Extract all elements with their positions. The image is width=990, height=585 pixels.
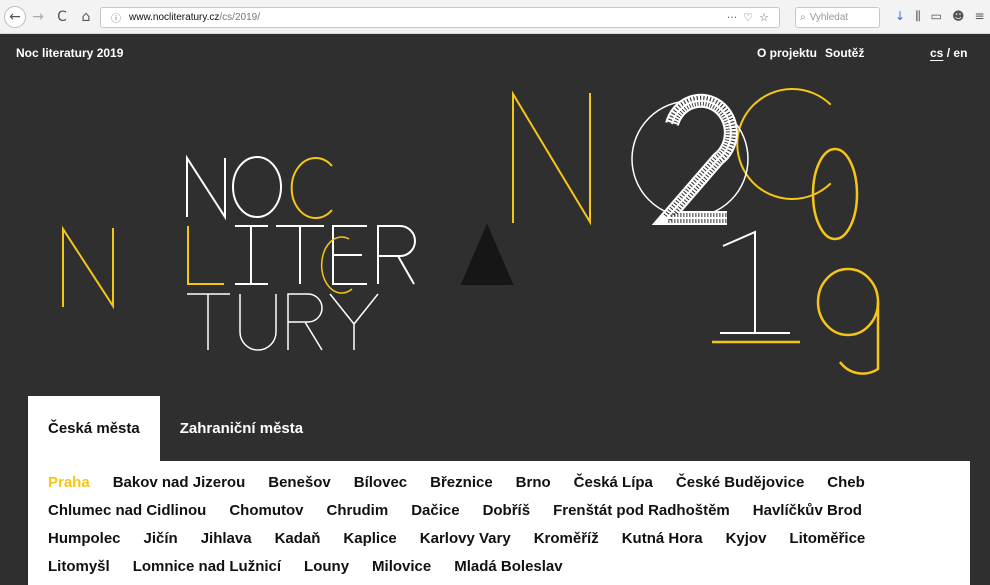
sidebar-icon[interactable]: ▭ (931, 9, 942, 24)
tab-foreign-cities[interactable]: Zahraniční města (160, 396, 323, 461)
city-link[interactable]: Humpolec (48, 527, 121, 550)
nav-about-link[interactable]: O projektu (757, 46, 817, 60)
pocket-icon[interactable]: ♡ (743, 11, 753, 24)
extension-icon[interactable]: ☻ (952, 9, 965, 24)
city-link[interactable]: Dobříš (483, 499, 531, 522)
city-link[interactable]: Havlíčkův Brod (753, 499, 862, 522)
site-header: Noc literatury 2019 O projektu Soutěž cs… (0, 34, 990, 74)
download-icon[interactable]: ↓ (895, 9, 905, 24)
nav-contest-link[interactable]: Soutěž (825, 46, 864, 60)
page-actions-icon[interactable]: ··· (727, 11, 738, 24)
city-link[interactable]: Lomnice nad Lužnicí (133, 555, 281, 578)
logo-word-litera (187, 223, 514, 294)
city-link[interactable]: Litomyšl (48, 555, 110, 578)
url-domain: www.nocliteratury.cz (129, 12, 220, 23)
logo-letter-a-dark (460, 223, 514, 285)
city-link[interactable]: Březnice (430, 471, 493, 494)
year-digit-2 (651, 93, 738, 225)
city-link[interactable]: Kyjov (726, 527, 767, 550)
language-switcher: cs / en (930, 46, 967, 60)
info-icon[interactable]: ⓘ (107, 10, 125, 25)
browser-toolbar: ← → C ⌂ ⓘ www.nocliteratury.cz/cs/2019/ … (0, 0, 990, 34)
city-link[interactable]: Benešov (268, 471, 331, 494)
bg-letter-n-left (62, 225, 114, 310)
year-digit-1 (720, 230, 790, 334)
city-list: Praha Bakov nad Jizerou Benešov Bílovec Břez… (48, 471, 948, 578)
search-icon: ⌕ (800, 12, 806, 23)
city-link[interactable]: Chrudim (327, 499, 389, 522)
library-icon[interactable]: ⫼ (915, 9, 921, 24)
city-link[interactable]: Jičín (144, 527, 178, 550)
city-link[interactable]: Frenštát pod Radhoštěm (553, 499, 730, 522)
city-link[interactable]: Kroměříž (534, 527, 599, 550)
reload-icon[interactable]: C (50, 5, 74, 29)
city-link[interactable]: Karlovy Vary (420, 527, 511, 550)
city-link[interactable]: Milovice (372, 555, 431, 578)
city-list-panel: Praha Bakov nad Jizerou Benešov Bílovec Břez… (28, 461, 970, 585)
city-link[interactable]: Bakov nad Jizerou (113, 471, 246, 494)
url-path: /cs/2019/ (219, 12, 260, 23)
year-digit-0 (811, 147, 859, 241)
city-link[interactable]: Kutná Hora (622, 527, 703, 550)
city-link[interactable]: Louny (304, 555, 349, 578)
lang-cs-link[interactable]: cs (930, 46, 943, 60)
lang-en-link[interactable]: en (953, 46, 967, 60)
search-placeholder: Vyhledat (809, 12, 849, 23)
city-link[interactable]: Kadaň (275, 527, 321, 550)
tab-czech-cities[interactable]: Česká města (28, 396, 160, 461)
city-link[interactable]: Kaplice (343, 527, 396, 550)
home-icon[interactable]: ⌂ (74, 5, 98, 29)
city-link[interactable]: Bílovec (354, 471, 407, 494)
city-link[interactable]: Česká Lípa (574, 471, 653, 494)
site-title-link[interactable]: Noc literatury 2019 (16, 46, 123, 60)
city-link[interactable]: Brno (516, 471, 551, 494)
city-link[interactable]: Chlumec nad Cidlinou (48, 499, 206, 522)
city-link[interactable]: Cheb (827, 471, 865, 494)
menu-icon[interactable]: ≡ (974, 9, 984, 24)
city-link[interactable]: Chomutov (229, 499, 303, 522)
url-text[interactable]: www.nocliteratury.cz/cs/2019/ (129, 12, 260, 23)
city-link[interactable]: Jihlava (201, 527, 252, 550)
bg-letter-c-right (736, 88, 832, 200)
address-bar[interactable]: ⓘ www.nocliteratury.cz/cs/2019/ ··· ♡ ☆ (100, 7, 780, 28)
browser-tools: ↓ ⫼ ▭ ☻ ≡ (895, 9, 985, 24)
city-link[interactable]: Praha (48, 471, 90, 494)
site-nav: O projektu Soutěž (757, 46, 864, 60)
city-link[interactable]: Mladá Boleslav (454, 555, 562, 578)
logo-word-tury (187, 293, 379, 351)
forward-icon[interactable]: → (26, 5, 50, 29)
year-digit-9 (816, 267, 880, 375)
bookmark-star-icon[interactable]: ☆ (759, 11, 769, 24)
city-link[interactable]: Dačice (411, 499, 459, 522)
city-link[interactable]: Litoměřice (789, 527, 865, 550)
city-tabs: Česká města Zahraniční města (28, 396, 323, 461)
lang-separator: / (946, 46, 951, 60)
search-input[interactable]: ⌕ Vyhledat (795, 7, 880, 28)
back-icon[interactable]: ← (4, 5, 26, 28)
hero-logo-art (62, 88, 880, 375)
hero-banner (0, 74, 990, 396)
url-actions: ··· ♡ ☆ (727, 11, 769, 24)
logo-word-noc (186, 154, 333, 221)
bg-letter-n-right (512, 90, 591, 226)
city-link[interactable]: České Budějovice (676, 471, 804, 494)
